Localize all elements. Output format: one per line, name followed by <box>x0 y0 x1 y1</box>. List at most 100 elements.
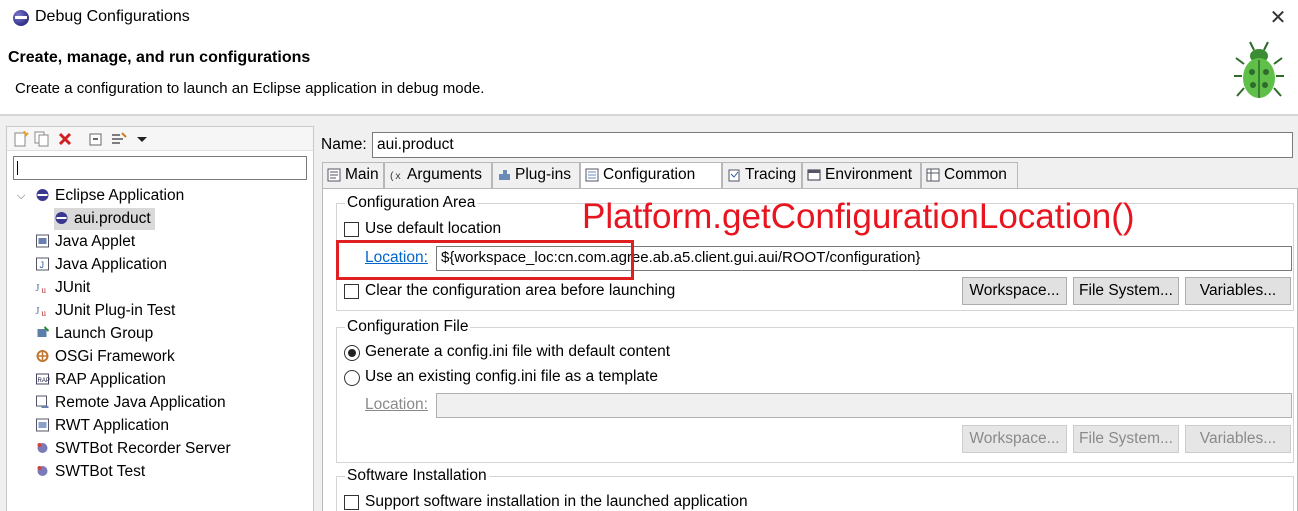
filter-icon[interactable] <box>111 131 127 147</box>
delete-icon[interactable] <box>57 131 73 147</box>
chevron-down-icon[interactable]: ⌵ <box>17 190 25 203</box>
dialog-header: Create, manage, and run configurations C… <box>0 36 1298 114</box>
new-config-icon[interactable] <box>13 131 29 147</box>
tree-item-rap-application[interactable]: RAP RAP Application <box>35 369 166 391</box>
group-title: Configuration Area <box>345 194 478 212</box>
svg-text:J: J <box>36 306 40 317</box>
tab-label: Common <box>944 166 1007 183</box>
rwt-icon <box>36 418 49 432</box>
text-caret <box>17 161 18 175</box>
svg-text:u: u <box>42 308 47 317</box>
clear-config-area-label: Clear the configuration area before laun… <box>365 282 676 299</box>
environment-icon <box>807 169 821 181</box>
swtbot-icon <box>37 466 48 476</box>
tab-label: Tracing <box>745 166 797 183</box>
tree-item-label: Launch Group <box>55 325 154 342</box>
tree-item-swtbot-recorder-server[interactable]: SWTBot Recorder Server <box>35 438 231 460</box>
workspace-button[interactable]: Workspace... <box>962 277 1067 305</box>
tab-label: Environment <box>825 166 913 183</box>
eclipse-icon <box>36 189 49 201</box>
tree-item-label: OSGi Framework <box>55 348 175 365</box>
group-title: Software Installation <box>345 467 489 485</box>
tree-item-swtbot-test[interactable]: SWTBot Test <box>35 461 145 483</box>
tree-item-label: Eclipse Application <box>55 187 185 204</box>
tree-item-label: JUnit Plug-in Test <box>55 302 176 319</box>
remote-java-icon <box>36 395 49 408</box>
tree-item-junit-plugin-test[interactable]: Ju JUnit Plug-in Test <box>35 300 176 322</box>
template-variables-button: Variables... <box>1185 425 1291 453</box>
tree-item-eclipse-application[interactable]: Eclipse Application <box>35 185 184 207</box>
template-location-field <box>436 393 1292 418</box>
use-default-location-checkbox[interactable] <box>344 222 359 237</box>
tree-item-label: aui.product <box>74 210 151 227</box>
java-app-icon: J <box>36 257 49 271</box>
generate-config-ini-label: Generate a config.ini file with default … <box>365 343 671 360</box>
variables-button[interactable]: Variables... <box>1185 277 1291 305</box>
configuration-editor: Name: Main (x) Arguments Plug-ins Configu… <box>314 126 1298 511</box>
clear-config-area-checkbox[interactable] <box>344 284 359 299</box>
launch-group-icon <box>37 326 50 337</box>
eclipse-icon <box>55 212 68 224</box>
template-file-system-button: File System... <box>1073 425 1179 453</box>
tree-item-remote-java-application[interactable]: Remote Java Application <box>35 392 226 414</box>
header-message: Create a configuration to launch an Ecli… <box>15 80 485 97</box>
collapse-all-icon[interactable] <box>88 131 104 147</box>
tree-item-rwt-application[interactable]: RWT Application <box>35 415 169 437</box>
tracing-icon <box>728 169 740 182</box>
tab-arguments[interactable]: (x) Arguments <box>384 162 492 188</box>
tree-item-java-application[interactable]: J Java Application <box>35 254 167 276</box>
tab-plugins[interactable]: Plug-ins <box>492 162 580 188</box>
tree-item-java-applet[interactable]: Java Applet <box>35 231 135 253</box>
support-software-install-checkbox[interactable] <box>344 495 359 510</box>
header-separator <box>0 114 1298 116</box>
tab-label: Configuration <box>603 166 696 183</box>
tree-item-label: JUnit <box>55 279 91 296</box>
duplicate-icon[interactable] <box>34 131 50 147</box>
common-icon <box>926 168 940 182</box>
configuration-icon <box>585 168 599 182</box>
eclipse-icon <box>13 10 29 26</box>
software-installation-group: Software Installation Support software i… <box>336 467 1294 511</box>
tab-configuration[interactable]: Configuration <box>580 162 722 190</box>
svg-text:(x): (x) <box>389 171 403 182</box>
tab-label: Main <box>345 166 379 183</box>
tree-item-label: Java Application <box>55 256 168 273</box>
tree-item-label: Java Applet <box>55 233 136 250</box>
list-toolbar <box>7 127 313 151</box>
name-field[interactable] <box>372 132 1293 158</box>
window-title: Debug Configurations <box>35 8 190 25</box>
filter-input[interactable] <box>13 156 307 180</box>
svg-text:J: J <box>36 283 40 294</box>
applet-icon <box>36 234 49 248</box>
tab-main[interactable]: Main <box>322 162 384 188</box>
configuration-file-group: Configuration File Generate a config.ini… <box>336 318 1294 463</box>
annotation-highlight-box <box>336 240 634 280</box>
main-tab-icon <box>327 168 341 182</box>
group-title: Configuration File <box>345 318 471 336</box>
tab-common[interactable]: Common <box>921 162 1018 188</box>
close-icon[interactable]: ✕ <box>1258 0 1298 36</box>
tree-item-label: SWTBot Test <box>55 463 146 480</box>
svg-text:u: u <box>42 285 47 294</box>
arguments-icon: (x) <box>389 171 403 182</box>
tree-item-aui-product[interactable]: aui.product <box>54 208 155 230</box>
existing-config-ini-radio[interactable] <box>344 370 360 386</box>
file-system-button[interactable]: File System... <box>1073 277 1179 305</box>
osgi-icon <box>36 350 49 362</box>
junit-icon: Ju <box>36 283 47 294</box>
tree-item-label: SWTBot Recorder Server <box>55 440 231 457</box>
support-software-install-label: Support software installation in the lau… <box>365 493 748 510</box>
tree-item-label: RWT Application <box>55 417 170 434</box>
tab-tracing[interactable]: Tracing <box>722 162 802 188</box>
tab-environment[interactable]: Environment <box>802 162 921 188</box>
plugins-icon <box>499 170 510 180</box>
dropdown-arrow-icon[interactable] <box>134 131 150 147</box>
tree-item-junit[interactable]: Ju JUnit <box>35 277 91 299</box>
rap-icon: RAP <box>36 373 50 385</box>
tree-item-launch-group[interactable]: Launch Group <box>35 323 153 345</box>
bug-icon <box>1234 41 1284 98</box>
generate-config-ini-radio[interactable] <box>344 345 360 361</box>
tree-item-label: Remote Java Application <box>55 394 226 411</box>
tree-item-osgi-framework[interactable]: OSGi Framework <box>35 346 175 368</box>
swtbot-icon <box>37 443 48 453</box>
